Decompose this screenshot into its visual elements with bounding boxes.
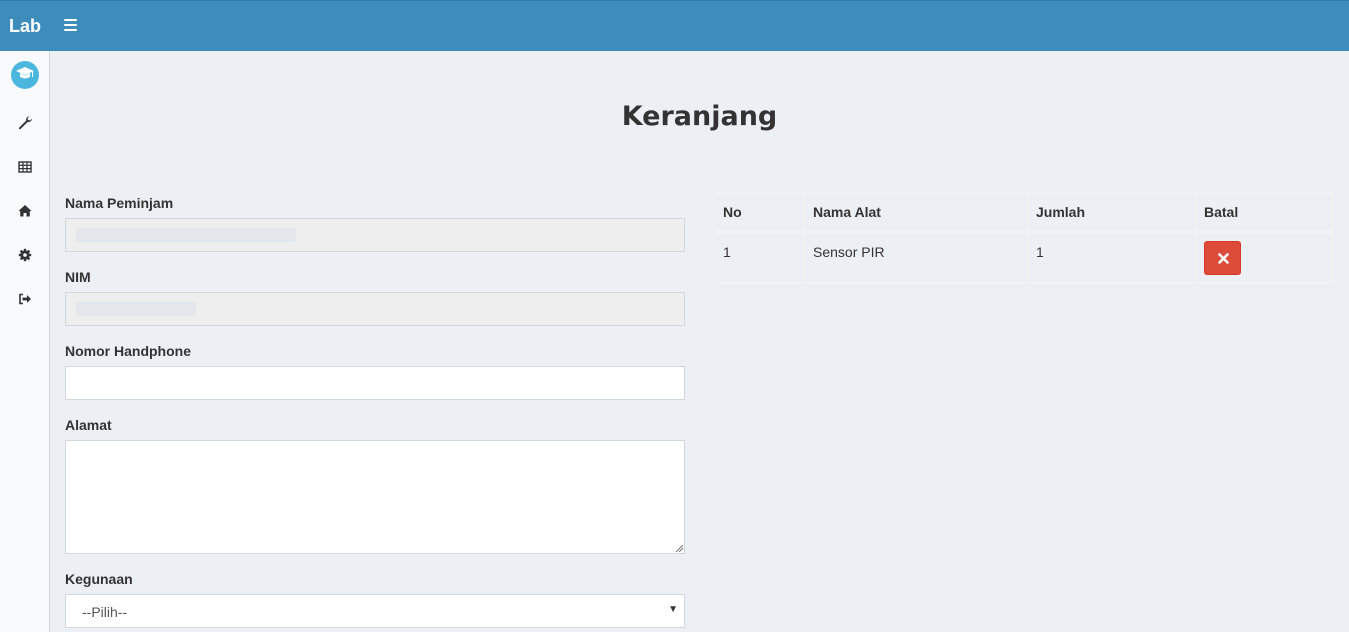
graduation-cap-icon — [11, 61, 39, 89]
table-header-row: No Nama Alat Jumlah Batal — [714, 193, 1333, 233]
alamat-wrapper — [65, 440, 685, 554]
brand-logo-text[interactable]: Lab — [9, 16, 41, 37]
column-header-nama-alat: Nama Alat — [804, 193, 1028, 233]
sidebar — [0, 51, 50, 632]
alamat-label: Alamat — [65, 417, 112, 433]
cell-no: 1 — [714, 231, 805, 283]
gear-icon[interactable] — [17, 247, 33, 263]
nama-peminjam-field — [65, 218, 685, 252]
home-icon[interactable] — [17, 203, 33, 219]
cell-batal — [1195, 231, 1333, 283]
cell-jumlah: 1 — [1027, 231, 1196, 283]
table-row: 1 Sensor PIR 1 — [714, 231, 1333, 283]
nomor-handphone-label: Nomor Handphone — [65, 343, 191, 359]
cancel-item-button[interactable] — [1204, 240, 1241, 275]
caret-down-icon: ▼ — [668, 604, 678, 615]
nim-label: NIM — [65, 269, 91, 285]
table-icon[interactable] — [17, 159, 33, 175]
times-icon — [1218, 252, 1229, 264]
top-navbar: Lab — [0, 0, 1349, 51]
wrench-icon[interactable] — [17, 115, 33, 131]
kegunaan-label: Kegunaan — [65, 571, 133, 587]
nama-peminjam-label: Nama Peminjam — [65, 195, 174, 211]
nim-field — [65, 292, 685, 326]
kegunaan-selected-value: --Pilih-- — [82, 604, 128, 620]
alamat-textarea[interactable] — [65, 440, 685, 554]
bars-icon[interactable] — [64, 19, 77, 31]
nomor-handphone-input[interactable] — [65, 366, 685, 400]
cart-table: No Nama Alat Jumlah Batal 1 Sensor PIR 1 — [714, 193, 1333, 283]
page-title: Keranjang — [621, 101, 778, 132]
column-header-batal: Batal — [1195, 193, 1333, 233]
kegunaan-select[interactable]: --Pilih-- ▼ — [65, 594, 685, 628]
redacted-value — [76, 302, 196, 316]
sign-out-icon[interactable] — [17, 291, 33, 307]
column-header-no: No — [714, 193, 805, 233]
cell-nama-alat: Sensor PIR — [804, 231, 1028, 283]
column-header-jumlah: Jumlah — [1027, 193, 1196, 233]
redacted-value — [76, 228, 296, 242]
resize-handle-icon[interactable] — [675, 544, 683, 552]
